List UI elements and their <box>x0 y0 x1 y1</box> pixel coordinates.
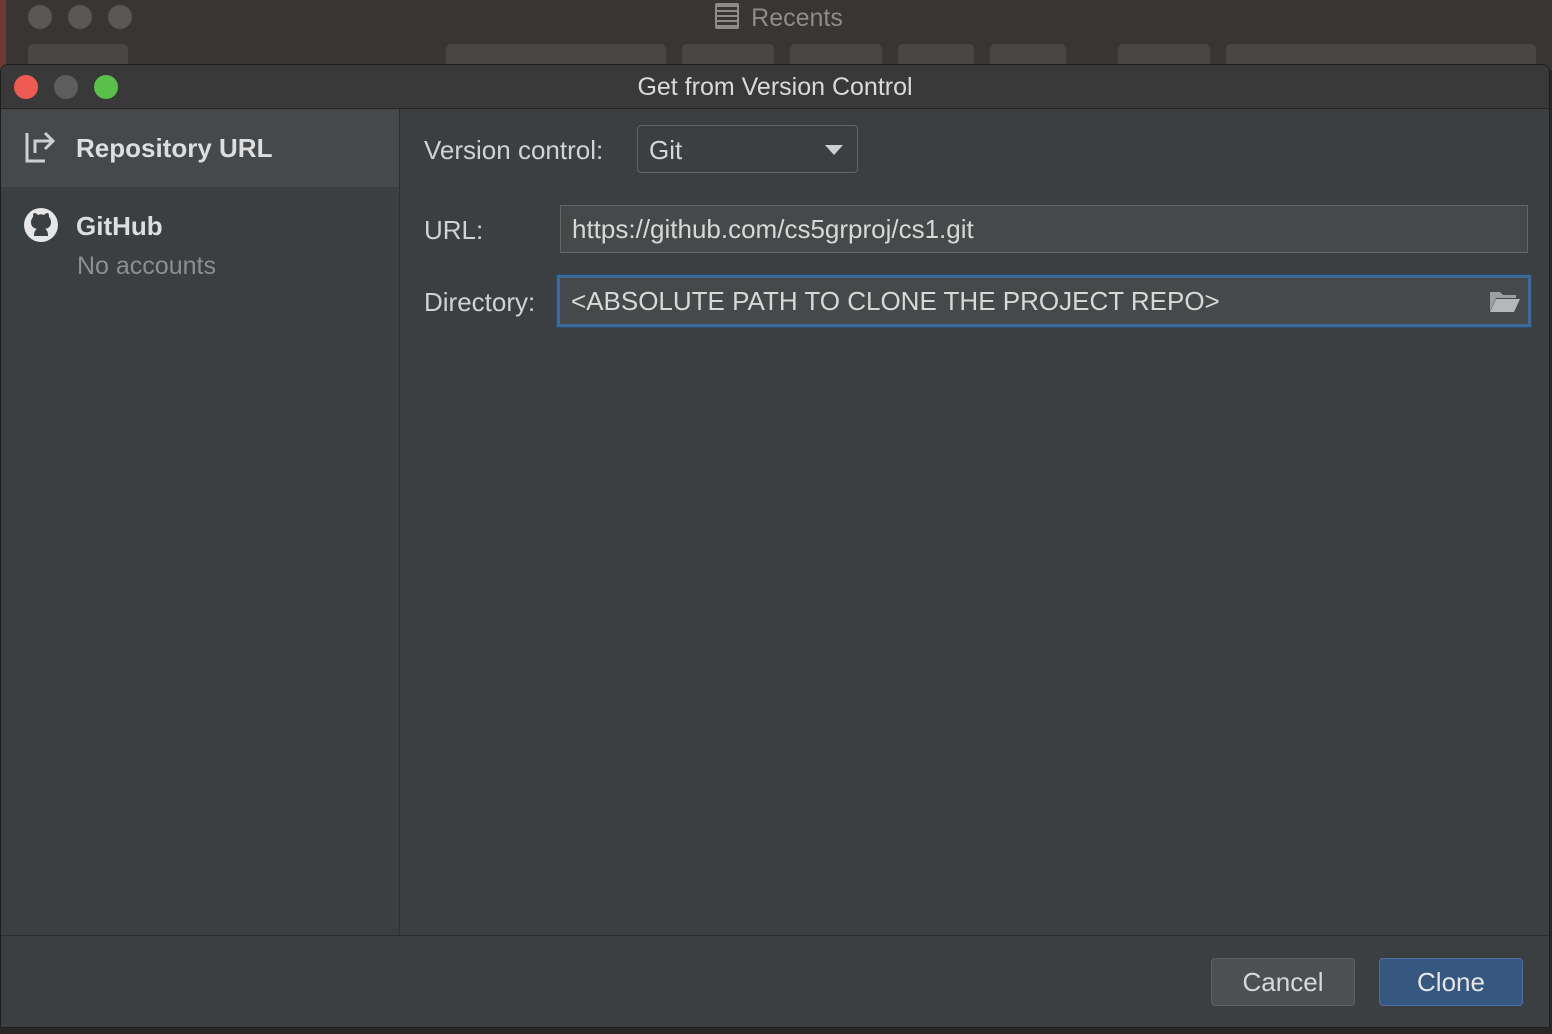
dialog-titlebar: Get from Version Control <box>1 65 1549 109</box>
document-icon <box>715 3 740 29</box>
chevron-down-icon <box>825 145 843 155</box>
get-from-vcs-dialog: Get from Version Control Repository URL … <box>0 64 1550 1028</box>
version-control-value: Git <box>649 135 683 165</box>
url-label: URL: <box>424 215 484 245</box>
directory-field <box>557 275 1531 327</box>
directory-label: Directory: <box>424 287 536 317</box>
folder-open-icon[interactable] <box>1489 289 1521 313</box>
dialog-body: Repository URL GitHub No accounts Versio… <box>1 109 1549 935</box>
directory-input[interactable] <box>557 275 1531 327</box>
github-accounts-status: No accounts <box>77 252 216 280</box>
dialog-title: Get from Version Control <box>637 73 913 101</box>
repository-url-icon <box>25 131 56 163</box>
sidebar-item-repository-url[interactable]: Repository URL <box>1 109 399 187</box>
dialog-footer: Cancel Clone <box>1 935 1549 1027</box>
background-finder-window: Recents <box>0 0 1552 70</box>
clone-button[interactable]: Clone <box>1379 958 1523 1006</box>
sidebar-item-github[interactable]: GitHub No accounts <box>1 187 399 297</box>
url-input[interactable] <box>560 205 1528 253</box>
sidebar-item-label: Repository URL <box>76 133 273 163</box>
form-panel: Version control: Git URL: Directory: <box>400 109 1549 935</box>
sidebar-item-label: GitHub <box>76 211 163 241</box>
github-icon <box>24 208 58 242</box>
cancel-button[interactable]: Cancel <box>1211 958 1355 1006</box>
background-title-text: Recents <box>751 4 843 32</box>
sidebar: Repository URL GitHub No accounts <box>1 109 400 935</box>
version-control-label: Version control: <box>424 135 604 165</box>
version-control-dropdown[interactable]: Git <box>637 125 858 173</box>
background-window-title: Recents <box>6 3 1552 33</box>
